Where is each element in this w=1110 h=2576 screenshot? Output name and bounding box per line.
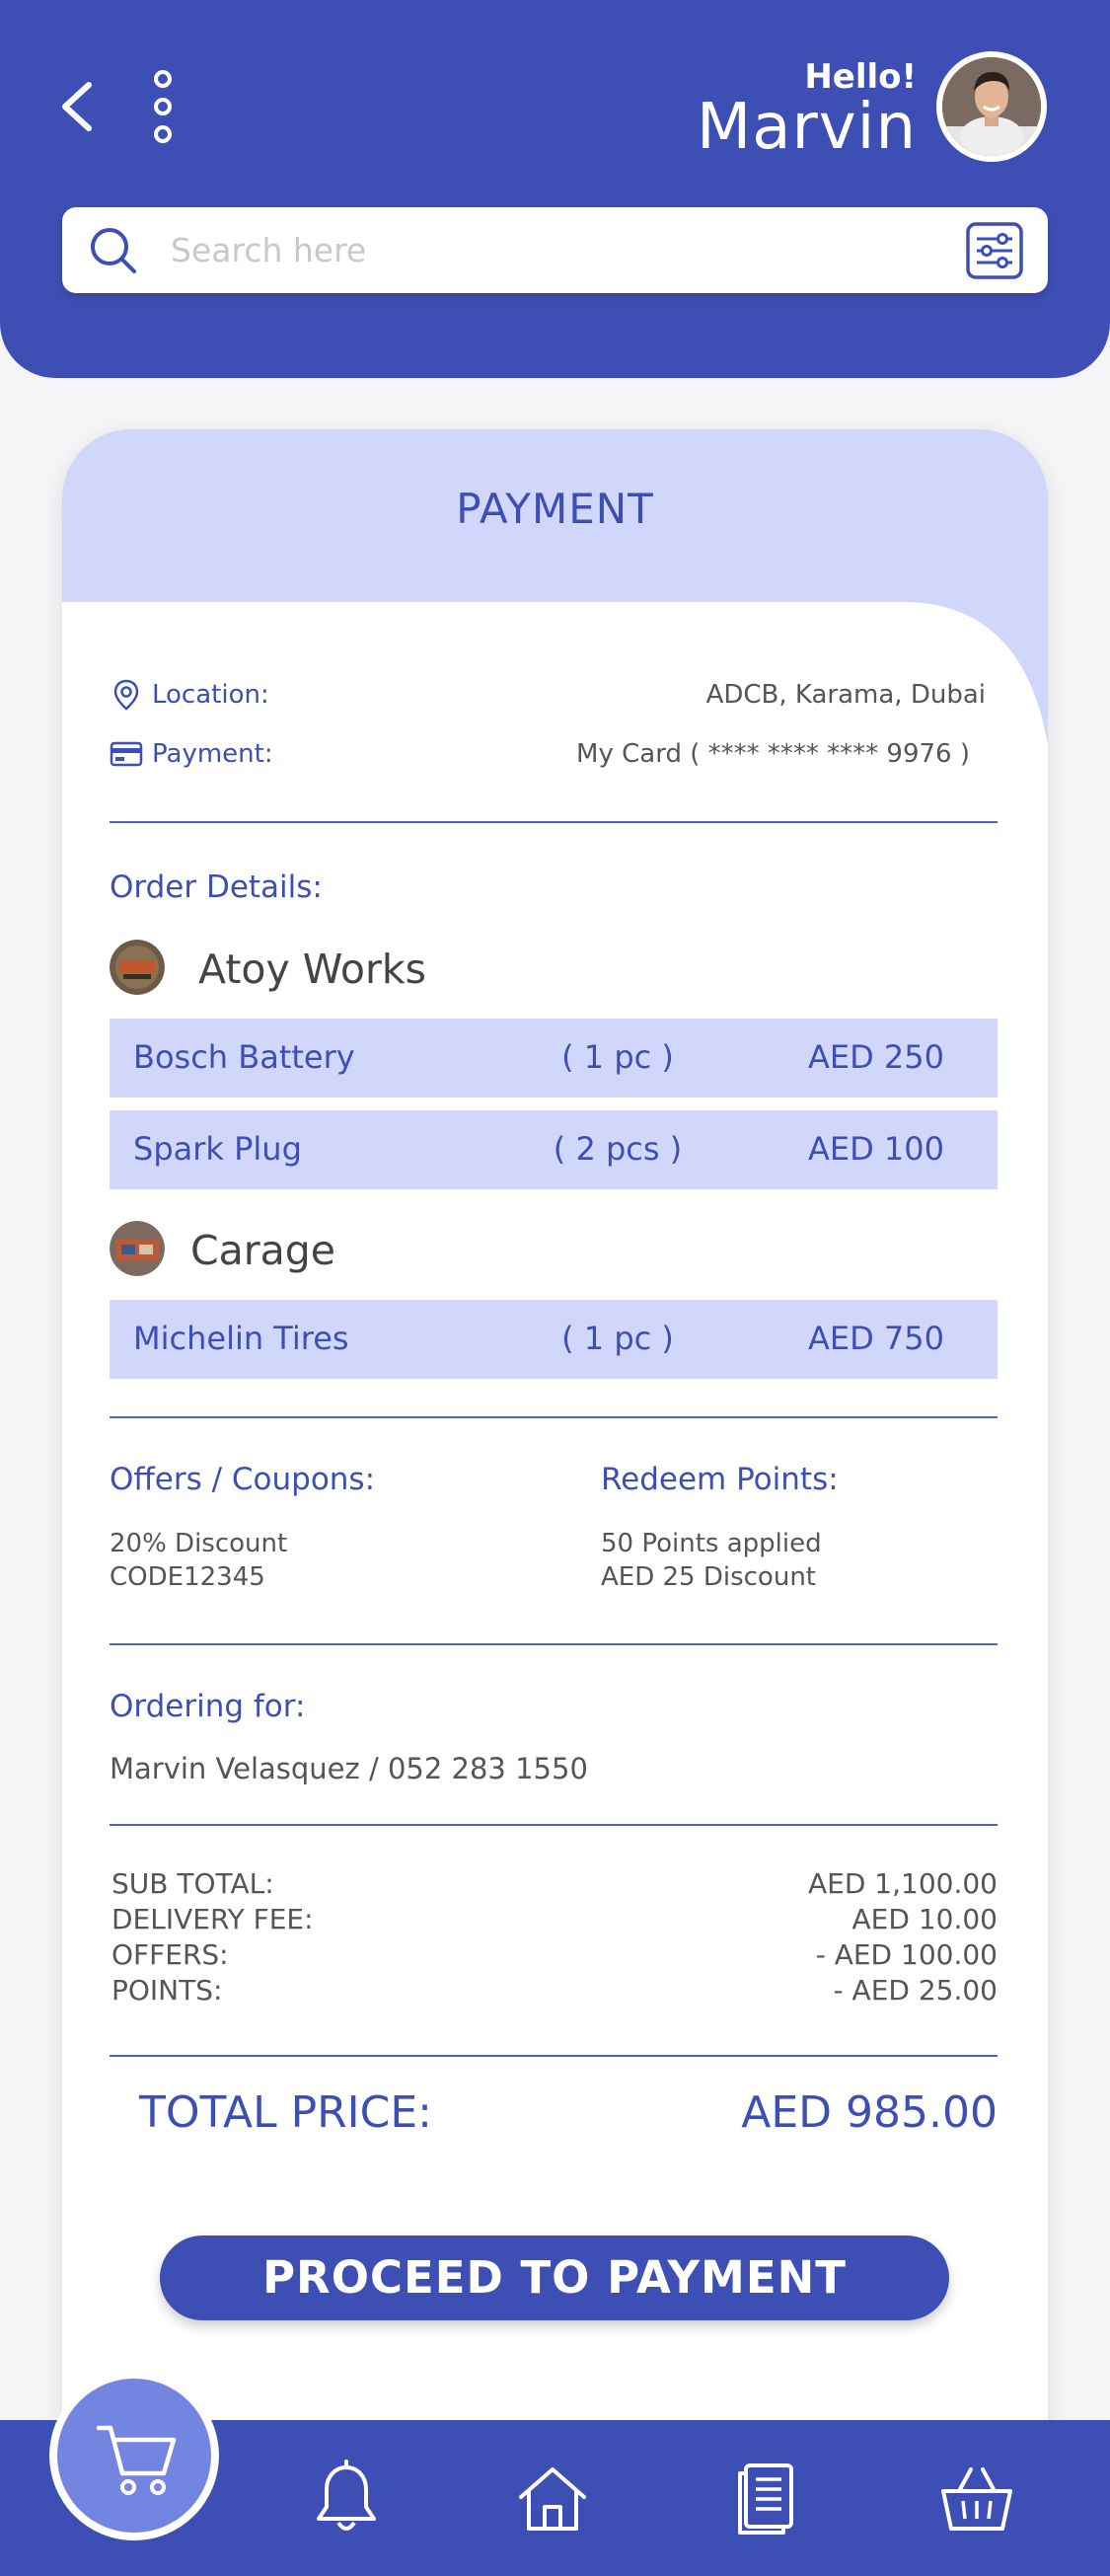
total-price-label: TOTAL PRICE: (139, 2087, 432, 2138)
back-icon[interactable] (55, 79, 99, 134)
bell-icon[interactable] (307, 2460, 386, 2538)
shop-name: Carage (190, 1227, 335, 1274)
item-name: Bosch Battery (133, 1038, 355, 1076)
shop-logo (110, 1221, 165, 1276)
orders-icon[interactable] (728, 2460, 807, 2538)
item-price: AED 100 (808, 1130, 944, 1168)
ordering-for-value: Marvin Velasquez / 052 283 1550 (110, 1752, 588, 1785)
app-header: Hello! Marvin (0, 0, 1110, 378)
shop-logo (110, 940, 165, 995)
shop-header: Atoy Works (110, 940, 800, 999)
delivery-fee-value: AED 10.00 (851, 1903, 998, 1935)
item-name: Spark Plug (133, 1130, 302, 1168)
more-icon[interactable] (148, 69, 178, 144)
points-applied: 50 Points applied (601, 1529, 822, 1558)
subtotal-label: SUB TOTAL: (111, 1867, 274, 1900)
shop-name: Atoy Works (198, 946, 426, 993)
points-total-label: POINTS: (111, 1974, 223, 2007)
item-quantity: ( 1 pc ) (561, 1320, 674, 1357)
search-bar (62, 207, 1048, 293)
item-quantity: ( 2 pcs ) (553, 1130, 683, 1168)
points-discount: AED 25 Discount (601, 1562, 816, 1592)
location-row: Location: ADCB, Karama, Dubai (110, 676, 998, 716)
search-icon[interactable] (88, 225, 139, 276)
offers-row: OFFERS: - AED 100.00 (111, 1937, 998, 1973)
subtotal-row: SUB TOTAL: AED 1,100.00 (111, 1866, 998, 1902)
order-item-row: Michelin Tires ( 1 pc ) AED 750 (110, 1300, 998, 1379)
subtotal-value: AED 1,100.00 (808, 1867, 998, 1900)
offer-details: 20% Discount CODE12345 (110, 1527, 287, 1594)
points-row: POINTS: - AED 25.00 (111, 1973, 998, 2008)
divider (110, 1416, 998, 1418)
order-item-row: Spark Plug ( 2 pcs ) AED 100 (110, 1110, 998, 1189)
divider (110, 821, 998, 823)
delivery-fee-label: DELIVERY FEE: (111, 1903, 314, 1935)
redeem-details: 50 Points applied AED 25 Discount (601, 1527, 822, 1594)
offer-code: CODE12345 (110, 1562, 265, 1592)
payment-value: My Card ( **** **** **** 9976 ) (576, 739, 970, 769)
divider (110, 1824, 998, 1826)
username: Marvin (697, 91, 917, 164)
item-quantity: ( 1 pc ) (561, 1038, 674, 1076)
offers-label: Offers / Coupons: (110, 1462, 376, 1497)
item-name: Michelin Tires (133, 1320, 349, 1357)
avatar[interactable] (936, 51, 1047, 162)
search-input[interactable] (171, 219, 911, 280)
totals-summary: SUB TOTAL: AED 1,100.00 DELIVERY FEE: AE… (111, 1866, 998, 2008)
delivery-fee-row: DELIVERY FEE: AED 10.00 (111, 1902, 998, 1937)
item-price: AED 250 (808, 1038, 944, 1076)
divider (110, 1643, 998, 1645)
payment-card: PAYMENT Location: ADCB, Karama, Dubai Pa… (62, 429, 1048, 2462)
offers-total-value: - AED 100.00 (815, 1938, 998, 1971)
card-icon (110, 741, 143, 767)
payment-label: Payment: (152, 739, 273, 769)
shop-header: Carage (110, 1221, 800, 1280)
order-item-row: Bosch Battery ( 1 pc ) AED 250 (110, 1019, 998, 1098)
redeem-points-label: Redeem Points: (601, 1462, 839, 1497)
avatar-photo (942, 57, 1041, 156)
order-details-label: Order Details: (110, 870, 323, 905)
divider (110, 2055, 998, 2057)
offers-total-label: OFFERS: (111, 1938, 229, 1971)
offer-discount: 20% Discount (110, 1529, 288, 1558)
payment-method-row: Payment: My Card ( **** **** **** 9976 ) (110, 735, 998, 775)
total-price-row: TOTAL PRICE: AED 985.00 (139, 2087, 998, 2147)
item-price: AED 750 (808, 1320, 944, 1357)
location-label: Location: (152, 680, 269, 710)
filter-icon[interactable] (965, 221, 1024, 280)
basket-icon[interactable] (937, 2460, 1016, 2538)
proceed-to-payment-button[interactable]: PROCEED TO PAYMENT (160, 2235, 949, 2320)
location-value: ADCB, Karama, Dubai (705, 680, 986, 710)
cart-button[interactable] (49, 2371, 219, 2540)
page-title: PAYMENT (456, 485, 654, 533)
total-price-value: AED 985.00 (741, 2087, 998, 2138)
location-icon (113, 679, 139, 711)
points-total-value: - AED 25.00 (833, 1974, 998, 2007)
ordering-for-label: Ordering for: (110, 1689, 306, 1724)
home-icon[interactable] (513, 2460, 592, 2538)
cart-icon (96, 2425, 177, 2495)
